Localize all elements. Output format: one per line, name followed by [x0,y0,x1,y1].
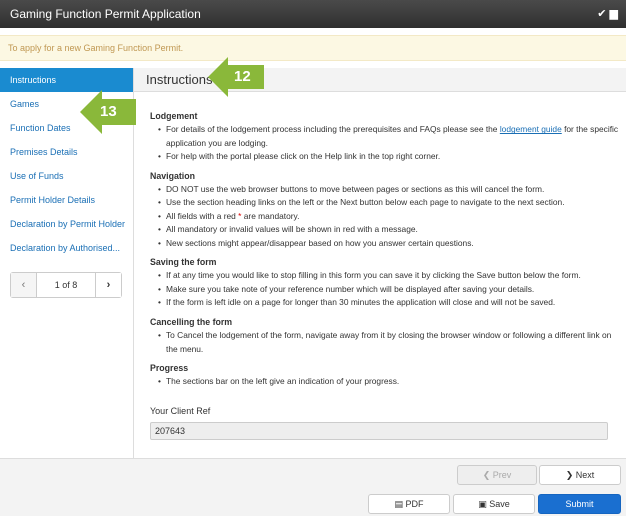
section-title-navigation: Navigation [150,170,195,181]
pager-count: 1 of 8 [54,280,78,290]
section-title-saving: Saving the form [150,257,217,268]
title-bar-icons: ✔ ▆ [597,0,618,28]
sidebar-item-declaration-authorised[interactable]: Declaration by Authorised... [0,236,133,260]
list-text: All fields with a red [166,210,239,221]
section-title-cancelling: Cancelling the form [150,316,233,327]
sidebar-item-use-of-funds[interactable]: Use of Funds [0,164,133,188]
list-item: To Cancel the lodgement of the form, nav… [158,329,620,356]
pdf-button[interactable]: ▤ PDF [368,494,450,514]
prev-button[interactable]: ❮ Prev [457,465,537,485]
list-item: Make sure you take note of your referenc… [158,283,620,297]
callout-arrow-13: 13 [80,90,140,134]
printer-icon: ▤ [394,499,406,509]
client-ref-field[interactable]: 207643 [150,422,608,440]
list-item: The sections bar on the left give an ind… [158,375,620,389]
cancelling-list: To Cancel the lodgement of the form, nav… [150,329,620,356]
progress-list: The sections bar on the left give an ind… [150,375,620,389]
list-item: For help with the portal please click on… [158,150,620,164]
section-title-lodgement: Lodgement [150,111,198,121]
next-label: Next [575,470,595,480]
client-ref-label: Your Client Ref [150,406,211,416]
callout-arrow-12: 12 [208,57,268,97]
chevron-right-icon: › [106,279,111,291]
saving-list: If at any time you would like to stop fi… [150,269,620,310]
chevron-left-icon: ‹ [21,279,26,291]
window-title-bar: Gaming Function Permit Application ✔ ▆ [0,0,626,28]
list-text: are mandatory. [241,210,300,221]
list-item: New sections might appear/disappear base… [158,237,620,251]
prev-label: Prev [492,470,512,480]
check-icon[interactable]: ✔ [597,8,606,20]
main-panel: Instructions Lodgement For details of th… [134,68,626,458]
list-item: All fields with a red * are mandatory. [158,210,620,224]
sidebar-item-instructions[interactable]: Instructions [0,68,133,92]
list-text: For details of the lodgement process inc… [166,124,500,135]
save-label: Save [489,499,510,509]
callout-number: 13 [100,103,117,120]
next-button[interactable]: ❯ Next [539,465,621,485]
pdf-label: PDF [405,499,424,509]
callout-number: 12 [234,68,251,85]
list-item: Use the section heading links on the lef… [158,196,620,210]
sidebar-item-permit-holder-details[interactable]: Permit Holder Details [0,188,133,212]
floppy-icon: ▣ [478,499,490,509]
chevron-left-icon: ❮ [482,470,493,480]
list-item: All mandatory or invalid values will be … [158,223,620,237]
section-pager: ‹ 1 of 8 › [10,272,122,298]
lodgement-guide-link[interactable]: lodgement guide [500,124,562,134]
navigation-list: DO NOT use the web browser buttons to mo… [150,183,620,250]
list-item: DO NOT use the web browser buttons to mo… [158,183,620,197]
list-item: If the form is left idle on a page for l… [158,296,620,310]
window-title: Gaming Function Permit Application [10,7,201,21]
form-footer: ❮ Prev ❯ Next ▤ PDF ▣ Save Submit [0,458,626,516]
sidebar-item-declaration-permit-holder[interactable]: Declaration by Permit Holder [0,212,133,236]
section-title-progress: Progress [150,362,189,373]
lodgement-list: For details of the lodgement process inc… [150,123,620,164]
list-item: For details of the lodgement process inc… [158,123,620,150]
print-icon[interactable]: ▆ [610,8,618,20]
pager-prev-button[interactable]: ‹ [11,273,37,297]
instructions-content: Lodgement For details of the lodgement p… [150,106,620,389]
submit-button[interactable]: Submit [538,494,621,514]
sidebar-item-premises-details[interactable]: Premises Details [0,140,133,164]
save-button[interactable]: ▣ Save [453,494,535,514]
info-banner: To apply for a new Gaming Function Permi… [0,35,626,61]
chevron-right-icon: ❯ [565,470,576,480]
pager-next-button[interactable]: › [95,273,121,297]
list-item: If at any time you would like to stop fi… [158,269,620,283]
